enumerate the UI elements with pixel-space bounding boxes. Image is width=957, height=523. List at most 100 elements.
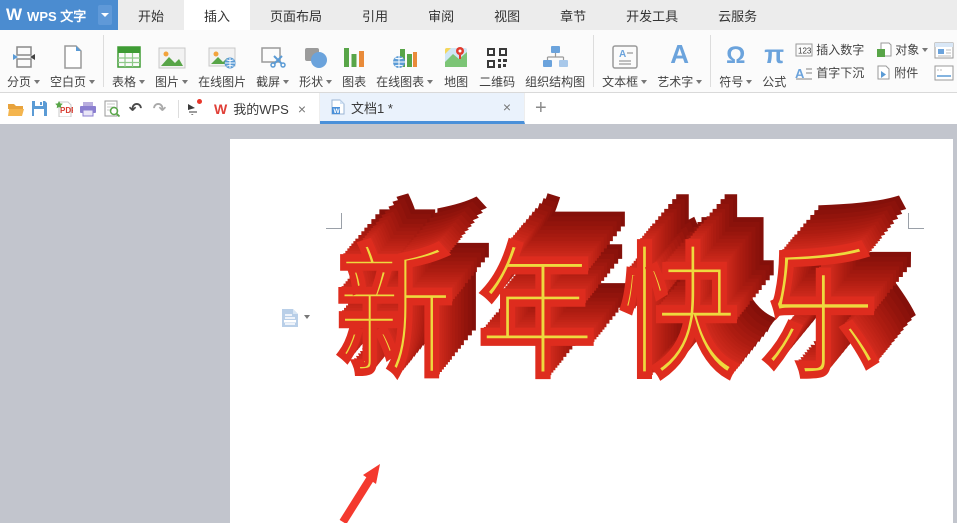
layout-options-icon <box>282 309 298 327</box>
ribbon-mini-column <box>932 41 956 81</box>
ribbon-item-text-box[interactable]: A 文本框 <box>597 32 652 90</box>
app-menu-dropdown[interactable] <box>98 5 112 25</box>
print-button[interactable] <box>77 98 98 119</box>
ribbon-item-symbol[interactable]: Ω 符号 <box>714 32 757 90</box>
ribbon-item-qr-code[interactable]: 二维码 <box>474 32 520 90</box>
svg-text:A: A <box>795 66 805 80</box>
tab-section[interactable]: 章节 <box>540 0 606 30</box>
tab-insert[interactable]: 插入 <box>184 0 251 30</box>
ribbon-item-blank-page[interactable]: 空白页 <box>45 32 100 90</box>
ribbon-item-attachment[interactable]: 附件 <box>876 64 918 81</box>
chevron-down-icon <box>283 79 290 84</box>
chevron-down-icon <box>101 13 109 17</box>
screenshot-icon <box>260 38 286 70</box>
wordart-happy-new-year[interactable]: 新年快乐 <box>335 241 904 388</box>
ribbon-item-word-art[interactable]: A 艺术字 <box>652 32 707 90</box>
ribbon-item-online-chart[interactable]: 在线图表 <box>371 32 438 90</box>
ribbon-label: 艺术字 <box>657 75 694 89</box>
ribbon-label: 表格 <box>112 75 137 89</box>
chart-icon <box>342 38 366 70</box>
new-tab-button[interactable]: + <box>525 93 557 124</box>
tab-references[interactable]: 引用 <box>342 0 408 30</box>
chevron-down-icon <box>922 47 929 52</box>
ribbon-item-shapes[interactable]: 形状 <box>294 32 337 90</box>
shapes-icon <box>303 38 329 70</box>
omega-symbol-icon: Ω <box>726 42 746 69</box>
svg-text:W: W <box>334 108 341 115</box>
customize-toolbar-button[interactable] <box>182 98 204 119</box>
chevron-down-icon <box>746 79 753 84</box>
ribbon-label: 插入数字 <box>816 43 865 57</box>
ribbon-item-object[interactable]: 对象 <box>876 41 929 58</box>
tab-page-layout[interactable]: 页面布局 <box>250 0 342 30</box>
document-workspace[interactable]: 新年快乐 <box>0 124 957 523</box>
ribbon-label: 形状 <box>299 75 324 89</box>
ribbon-item-screenshot[interactable]: 截屏 <box>251 32 294 90</box>
close-icon[interactable]: × <box>500 99 514 115</box>
ribbon-label: 分页 <box>7 75 32 89</box>
ribbon-label: 二维码 <box>479 75 516 89</box>
doc-tab-document1[interactable]: W 文档1 * × <box>320 93 526 124</box>
ribbon-label: 首字下沉 <box>816 66 865 80</box>
ribbon-item-insert-number[interactable]: 123 插入数字 <box>795 41 864 58</box>
qr-code-icon <box>485 38 509 70</box>
date-icon[interactable] <box>934 41 954 59</box>
ribbon-item-map[interactable]: 地图 <box>438 32 474 90</box>
ribbon-insert: 分页 空白页 表格 图片 在线图片 截屏 形状 图表 在线图表 地图 二维码 组… <box>0 30 957 93</box>
ribbon-item-online-picture[interactable]: 在线图片 <box>193 32 251 90</box>
ribbon-item-org-chart[interactable]: 组织结构图 <box>520 32 590 90</box>
ribbon-item-drop-cap[interactable]: A 首字下沉 <box>795 64 864 81</box>
redo-button[interactable]: ↷ <box>149 98 170 119</box>
quick-toolbar: PDF ↶ ↷ W 我的WPS × W 文档1 * × + <box>0 93 957 124</box>
ribbon-label: 组织结构图 <box>525 75 586 89</box>
layout-options-button[interactable] <box>280 307 310 329</box>
chevron-down-icon <box>326 79 333 84</box>
ribbon-small-group: 123 插入数字 对象 A 首字下沉 附件 <box>791 41 932 81</box>
ribbon-separator <box>593 35 595 87</box>
wps-logo-icon: W <box>6 5 23 24</box>
document-icon: W <box>331 99 345 115</box>
notification-dot <box>197 99 202 104</box>
toolbar-separator <box>178 99 179 118</box>
svg-text:123: 123 <box>798 46 812 55</box>
ribbon-item-page-break[interactable]: 分页 <box>2 32 45 90</box>
wps-home-icon: W <box>214 100 228 117</box>
org-chart-icon <box>541 38 569 70</box>
object-icon <box>877 42 892 57</box>
export-pdf-button[interactable]: PDF <box>53 98 74 119</box>
ribbon-label: 图片 <box>155 75 180 89</box>
drop-cap-icon: A <box>795 66 813 80</box>
ribbon-label: 图表 <box>342 75 367 89</box>
tab-developer[interactable]: 开发工具 <box>606 0 698 30</box>
ribbon-item-chart[interactable]: 图表 <box>337 32 371 90</box>
chevron-down-icon <box>139 79 146 84</box>
word-art-icon: A <box>670 39 690 69</box>
ribbon-separator <box>103 35 105 87</box>
ribbon-label: 附件 <box>894 66 919 80</box>
doc-tab-my-wps[interactable]: W 我的WPS × <box>204 93 321 124</box>
export-pdf-icon: PDF <box>54 101 73 117</box>
print-preview-icon <box>104 100 120 117</box>
tab-home[interactable]: 开始 <box>118 0 184 30</box>
chevron-down-icon <box>427 79 434 84</box>
ribbon-item-formula[interactable]: π 公式 <box>757 32 791 90</box>
doc-tab-label: 文档1 * <box>351 100 393 116</box>
picture-icon <box>158 38 186 70</box>
undo-button[interactable]: ↶ <box>125 98 146 119</box>
ribbon-label: 在线图片 <box>198 75 247 89</box>
ribbon-item-table[interactable]: 表格 <box>107 32 150 90</box>
app-logo[interactable]: W WPS 文字 <box>0 0 118 30</box>
ribbon-label: 公式 <box>762 75 787 89</box>
doc-tab-label: 我的WPS <box>233 102 289 117</box>
tab-cloud[interactable]: 云服务 <box>698 0 777 30</box>
ribbon-label: 文本框 <box>602 75 639 89</box>
menu-bar: W WPS 文字 开始 插入 页面布局 引用 审阅 视图 章节 开发工具 云服务 <box>0 0 957 30</box>
signature-line-icon[interactable] <box>934 65 954 81</box>
save-button[interactable] <box>29 98 50 119</box>
close-icon[interactable]: × <box>295 101 309 117</box>
ribbon-item-picture[interactable]: 图片 <box>150 32 193 90</box>
tab-review[interactable]: 审阅 <box>408 0 474 30</box>
tab-view[interactable]: 视图 <box>474 0 540 30</box>
print-preview-button[interactable] <box>101 98 122 119</box>
open-file-button[interactable] <box>5 98 26 119</box>
